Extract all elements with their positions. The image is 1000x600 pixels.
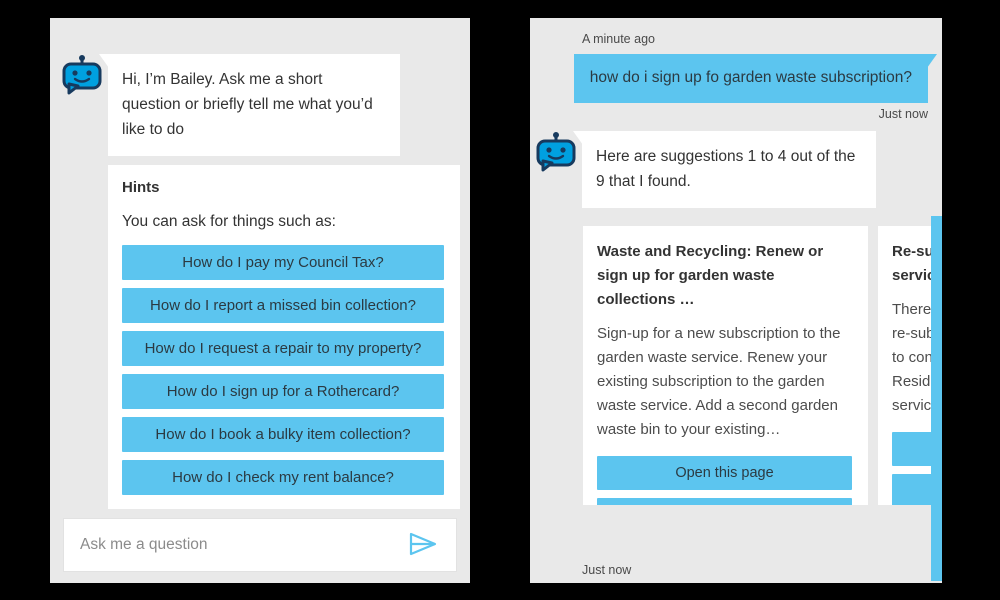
hint-button-rent-balance[interactable]: How do I check my rent balance? [122, 460, 444, 495]
bot-greeting-bubble: Hi, I’m Bailey. Ask me a short question … [99, 54, 400, 156]
chat-scroll-area: A minute ago how do i sign up fo garden … [530, 18, 942, 583]
conversation-timestamp: A minute ago [582, 32, 655, 46]
bot-reply-timestamp: Just now [582, 563, 632, 577]
hints-card: Hints You can ask for things such as: Ho… [108, 165, 460, 509]
result-card-body: Sign-up for a new subscription to the ga… [597, 325, 841, 438]
bot-avatar-icon [534, 131, 578, 175]
bot-avatar-icon [60, 54, 104, 98]
hint-button-council-tax[interactable]: How do I pay my Council Tax? [122, 245, 444, 280]
user-message-row: how do i sign up fo garden waste subscri… [530, 46, 942, 103]
user-message-text: how do i sign up fo garden waste subscri… [589, 69, 912, 86]
hint-button-bulky-item[interactable]: How do I book a bulky item collection? [122, 417, 444, 452]
hints-title: Hints [122, 179, 160, 196]
chat-panel-right: A minute ago how do i sign up fo garden … [530, 18, 942, 583]
hints-subtitle: You can ask for things such as: [122, 213, 336, 230]
hint-button-rothercard[interactable]: How do I sign up for a Rothercard? [122, 374, 444, 409]
bot-reply-text: Here are suggestions 1 to 4 out of the 9… [596, 148, 856, 190]
hint-button-missed-bin[interactable]: How do I report a missed bin collection? [122, 288, 444, 323]
bot-reply-row: Here are suggestions 1 to 4 out of the 9… [530, 121, 942, 208]
composer-bar [64, 519, 456, 571]
results-carousel[interactable]: Waste and Recycling: Renew or sign up fo… [583, 226, 942, 505]
vertical-scrollbar[interactable] [931, 18, 942, 583]
hint-button-repair[interactable]: How do I request a repair to my property… [122, 331, 444, 366]
result-card-title: Waste and Recycling: Renew or sign up fo… [597, 243, 824, 308]
related-page-button[interactable]: Waste and Recycling: Change your gar… [597, 498, 852, 505]
send-button[interactable] [402, 531, 456, 560]
open-this-page-button[interactable]: Open this page [597, 456, 852, 490]
bot-greeting-text: Hi, I’m Bailey. Ask me a short question … [122, 71, 373, 138]
scrollbar-thumb[interactable] [931, 216, 942, 581]
bubble-tail [573, 131, 583, 145]
bubble-tail [99, 54, 109, 68]
bot-reply-bubble: Here are suggestions 1 to 4 out of the 9… [573, 131, 876, 208]
chat-panel-left: Hi, I’m Bailey. Ask me a short question … [50, 18, 470, 583]
user-message-bubble: how do i sign up fo garden waste subscri… [573, 54, 937, 103]
results-carousel-track: Waste and Recycling: Renew or sign up fo… [583, 226, 942, 505]
user-message-timestamp: Just now [878, 107, 928, 121]
result-card[interactable]: Waste and Recycling: Renew or sign up fo… [583, 226, 868, 505]
search-input[interactable] [64, 536, 402, 554]
send-paper-plane-icon [408, 531, 438, 560]
bot-greeting-row: Hi, I’m Bailey. Ask me a short question … [50, 18, 470, 156]
